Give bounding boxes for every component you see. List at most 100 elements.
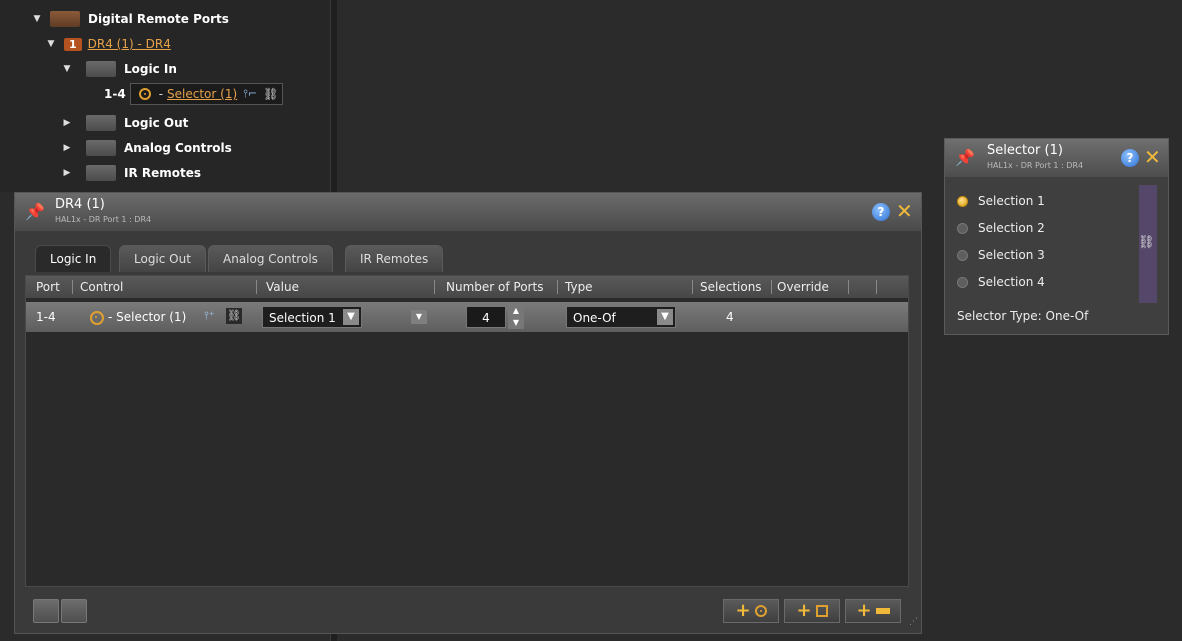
move-down-button[interactable] xyxy=(61,599,87,623)
link-chain-icon[interactable]: ⛓ xyxy=(1138,235,1155,250)
tree-node-label: IR Remotes xyxy=(124,166,202,180)
selector-link[interactable]: Selector (1) xyxy=(167,87,237,101)
close-icon[interactable]: ✕ xyxy=(896,201,913,221)
column-divider[interactable] xyxy=(692,280,693,294)
selector-ring-icon xyxy=(754,605,767,617)
column-header-control[interactable]: Control xyxy=(80,276,123,298)
tab-ir-remotes[interactable]: IR Remotes xyxy=(345,245,444,272)
close-icon[interactable]: ✕ xyxy=(1144,147,1161,167)
chevron-down-icon[interactable]: ▼ xyxy=(60,64,74,74)
column-header-selections[interactable]: Selections xyxy=(700,276,762,298)
column-header-port[interactable]: Port xyxy=(36,276,60,298)
selection-option[interactable]: Selection 4 xyxy=(957,275,1045,289)
tree-node-device[interactable]: ▼ 1 DR4 (1) - DR4 xyxy=(44,33,171,55)
chevron-down-icon[interactable]: ▼ xyxy=(30,14,44,24)
row-port: 1-4 xyxy=(36,310,56,324)
chevron-down-icon[interactable]: ▼ xyxy=(657,309,673,325)
chevron-right-icon[interactable]: ▶ xyxy=(60,143,74,153)
tree-node-digital-remote-ports[interactable]: ▼ Digital Remote Ports xyxy=(30,8,229,30)
selection-option[interactable]: Selection 2 xyxy=(957,221,1045,235)
add-logic-button[interactable]: + xyxy=(784,599,840,623)
chevron-right-icon[interactable]: ▶ xyxy=(60,168,74,178)
selector-chip[interactable]: - Selector (1) ⫯⌐ ⛓ xyxy=(129,83,284,105)
panel-header[interactable]: 📌 DR4 (1) HAL1x - DR Port 1 : DR4 ? ✕ xyxy=(15,193,921,231)
plus-icon: + xyxy=(856,600,872,621)
type-dropdown[interactable]: One-Of ▼ xyxy=(566,306,676,328)
selector-subtitle: HAL1x - DR Port 1 : DR4 xyxy=(987,161,1084,170)
spin-up-down-icon[interactable]: ▲ ▼ xyxy=(508,305,524,329)
pin-icon[interactable]: 📌 xyxy=(955,149,975,167)
radio-icon[interactable] xyxy=(957,276,968,288)
selector-header[interactable]: 📌 Selector (1) HAL1x - DR Port 1 : DR4 ?… xyxy=(945,139,1168,177)
resize-grip-icon[interactable]: ⋰ xyxy=(909,617,918,627)
tree-node-logic-out[interactable]: ▶ Logic Out xyxy=(60,112,188,134)
folder-swatch-icon xyxy=(86,115,116,131)
io-cursor-icon: ⫯⁺ xyxy=(204,309,215,322)
tree-node-selector[interactable]: 1-4 - Selector (1) ⫯⌐ ⛓ xyxy=(104,83,284,105)
panel-title: DR4 (1) xyxy=(55,197,105,212)
radio-selected-icon[interactable] xyxy=(957,195,968,207)
override-dropdown-button[interactable]: ▼ xyxy=(411,310,427,324)
chevron-down-icon[interactable]: ▼ xyxy=(44,39,58,49)
number-of-ports-value: 4 xyxy=(482,311,490,325)
radio-icon[interactable] xyxy=(957,222,968,234)
link-chain-icon[interactable]: ⛓ xyxy=(263,87,278,101)
selection-label: Selection 2 xyxy=(978,221,1045,235)
row-selections: 4 xyxy=(726,310,734,324)
column-header-override[interactable]: Override xyxy=(777,276,829,298)
selector-ring-icon xyxy=(90,311,104,325)
table-row[interactable]: 1-4 - Selector (1) ⫯⁺ ⛓ Selection 1 ▼ ▼ … xyxy=(26,302,908,332)
number-of-ports-input[interactable]: 4 xyxy=(466,306,506,328)
column-divider[interactable] xyxy=(848,280,849,294)
tree-node-logic-in[interactable]: ▼ Logic In xyxy=(60,58,177,80)
pin-icon[interactable]: 📌 xyxy=(25,203,45,221)
logic-in-grid: Port Control Value Number of Ports Type … xyxy=(25,275,909,587)
tree-node-analog-controls[interactable]: ▶ Analog Controls xyxy=(60,137,232,159)
column-divider[interactable] xyxy=(771,280,772,294)
column-divider[interactable] xyxy=(876,280,877,294)
selector-ring-icon xyxy=(138,88,151,100)
selection-label: Selection 1 xyxy=(978,194,1045,208)
value-dropdown[interactable]: Selection 1 ▼ xyxy=(262,306,362,328)
add-selector-button[interactable]: + xyxy=(723,599,779,623)
tab-logic-in[interactable]: Logic In xyxy=(35,245,112,272)
tab-analog-controls[interactable]: Analog Controls xyxy=(208,245,333,272)
column-header-type[interactable]: Type xyxy=(565,276,593,298)
tree-node-ir-remotes[interactable]: ▶ IR Remotes xyxy=(60,162,201,184)
type-dropdown-text: One-Of xyxy=(573,311,616,325)
chevron-down-icon[interactable]: ▼ xyxy=(343,309,359,325)
column-divider[interactable] xyxy=(72,280,73,294)
selection-label: Selection 4 xyxy=(978,275,1045,289)
help-icon[interactable]: ? xyxy=(872,203,890,221)
column-header-number-of-ports[interactable]: Number of Ports xyxy=(446,276,543,298)
help-icon[interactable]: ? xyxy=(1121,149,1139,167)
chevron-right-icon[interactable]: ▶ xyxy=(60,118,74,128)
column-header-value[interactable]: Value xyxy=(266,276,299,298)
selection-option[interactable]: Selection 3 xyxy=(957,248,1045,262)
tree-node-label: Digital Remote Ports xyxy=(88,12,229,26)
column-divider[interactable] xyxy=(557,280,558,294)
minus-icon xyxy=(875,608,890,614)
tree-view: ▼ Digital Remote Ports ▼ 1 DR4 (1) - DR4… xyxy=(0,0,330,192)
selector-type-text: Selector Type: One-Of xyxy=(957,309,1089,323)
tab-logic-out[interactable]: Logic Out xyxy=(119,245,206,272)
square-icon xyxy=(815,605,828,617)
device-number-badge: 1 xyxy=(64,37,82,51)
tree-node-label: Logic Out xyxy=(124,116,189,130)
tree-node-label: Analog Controls xyxy=(124,141,232,155)
column-divider[interactable] xyxy=(256,280,257,294)
panel-subtitle: HAL1x - DR Port 1 : DR4 xyxy=(55,215,152,224)
row-control[interactable]: - Selector (1) xyxy=(108,302,186,332)
selection-option[interactable]: Selection 1 xyxy=(957,194,1045,208)
column-divider[interactable] xyxy=(434,280,435,294)
dash-separator: - xyxy=(158,87,164,101)
link-chain-icon[interactable]: ⛓ xyxy=(226,308,242,324)
tree-node-label: Logic In xyxy=(124,62,177,76)
device-link[interactable]: DR4 (1) - DR4 xyxy=(88,37,171,51)
move-up-button[interactable] xyxy=(33,599,59,623)
folder-swatch-icon xyxy=(86,140,116,156)
add-remove-button[interactable]: + xyxy=(845,599,901,623)
plus-icon: + xyxy=(735,600,751,621)
radio-icon[interactable] xyxy=(957,249,968,261)
folder-swatch-icon xyxy=(86,61,116,77)
